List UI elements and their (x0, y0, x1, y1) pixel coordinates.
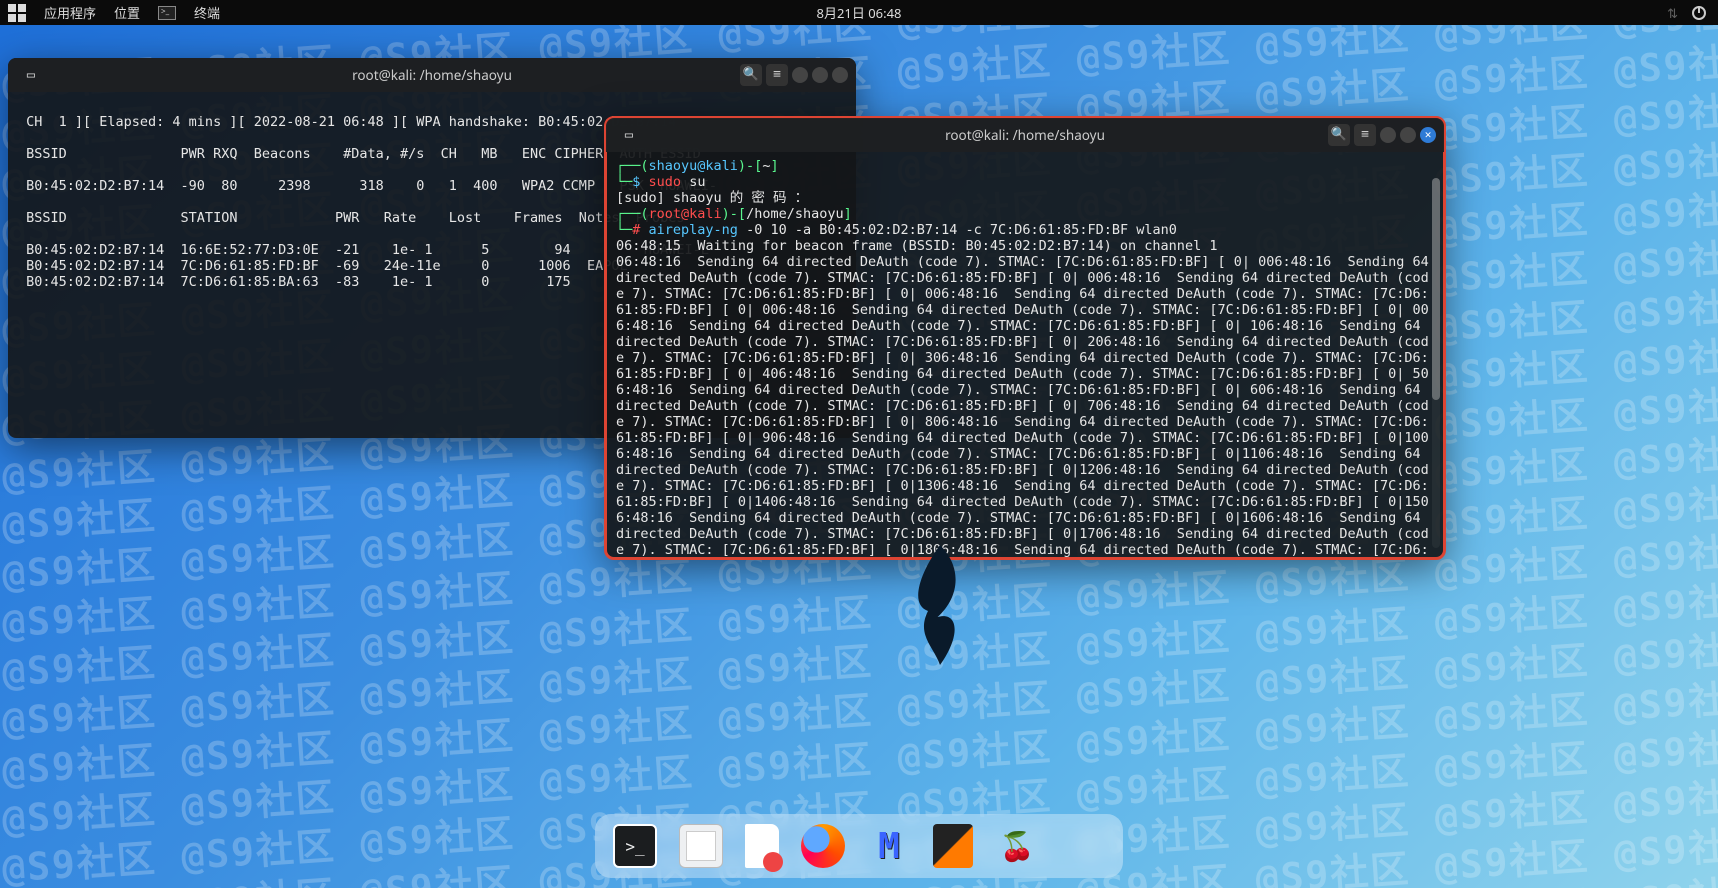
power-icon[interactable] (1692, 6, 1706, 20)
dock-burpsuite[interactable] (933, 824, 973, 868)
titlebar[interactable]: ▭ root@kali: /home/shaoyu 🔍 ≡ (8, 58, 856, 92)
dock-firefox[interactable] (801, 824, 845, 868)
dock-text-editor[interactable] (745, 824, 779, 868)
close-button[interactable]: ✕ (1420, 127, 1436, 143)
search-icon[interactable]: 🔍 (740, 64, 762, 86)
deauth-output: 06:48:16 Sending 64 directed DeAuth (cod… (616, 254, 1437, 558)
station-header: BSSID STATION PWR Rate Lost Frames Notes… (18, 210, 684, 226)
station-row: B0:45:02:D2:B7:14 7C:D6:61:85:BA:63 -83 … (18, 274, 571, 290)
menu-terminal[interactable]: 终端 (194, 3, 220, 22)
station-row: B0:45:02:D2:B7:14 7C:D6:61:85:FD:BF -69 … (18, 258, 628, 274)
new-tab-icon[interactable]: ▭ (614, 122, 644, 148)
terminal-indicator-icon[interactable] (158, 6, 176, 20)
prompt-user: shaoyu@kali (649, 158, 738, 174)
cmd-sudo: sudo (649, 174, 682, 190)
search-icon[interactable]: 🔍 (1328, 124, 1350, 146)
ap-header: BSSID PWR RXQ Beacons #Data, #/s CH MB E… (18, 146, 701, 162)
status-line: CH 1 ][ Elapsed: 4 mins ][ 2022-08-21 06… (18, 114, 676, 130)
prompt-root-path: /home/shaoyu (746, 206, 844, 222)
minimize-button[interactable] (1380, 127, 1396, 143)
gnome-topbar: 应用程序 位置 终端 8月21日 06:48 ⇅ (0, 0, 1718, 25)
new-tab-icon[interactable]: ▭ (16, 62, 46, 88)
network-icon[interactable]: ⇅ (1667, 4, 1678, 22)
cmd-aireplay-args: -0 10 -a B0:45:02:D2:B7:14 -c 7C:D6:61:8… (746, 222, 1177, 238)
menu-places[interactable]: 位置 (114, 3, 140, 22)
window-title: root@kali: /home/shaoyu (352, 67, 512, 83)
clock[interactable]: 8月21日 06:48 (817, 3, 902, 22)
titlebar[interactable]: ▭ root@kali: /home/shaoyu 🔍 ≡ ✕ (606, 118, 1444, 152)
maximize-button[interactable] (1400, 127, 1416, 143)
activities-icon[interactable] (8, 4, 26, 22)
dock: >_ M 🍒 (595, 814, 1123, 878)
maximize-button[interactable] (812, 67, 828, 83)
dock-app-grid[interactable] (1061, 824, 1105, 868)
dock-metasploit[interactable]: M (867, 824, 911, 868)
window-title: root@kali: /home/shaoyu (945, 127, 1105, 143)
menu-applications[interactable]: 应用程序 (44, 3, 96, 22)
menu-icon[interactable]: ≡ (766, 64, 788, 86)
scrollbar[interactable] (1432, 178, 1440, 548)
kali-dragon-logo (900, 545, 980, 665)
dock-files[interactable] (679, 824, 723, 868)
minimize-button[interactable] (792, 67, 808, 83)
cmd-su: su (689, 174, 705, 190)
terminal-window-aireplay[interactable]: ▭ root@kali: /home/shaoyu 🔍 ≡ ✕ ┌──(shao… (606, 118, 1444, 558)
sudo-password-line: [sudo] shaoyu 的 密 码 ： (616, 190, 808, 206)
prompt-root: root@kali (649, 206, 722, 222)
wait-line: 06:48:15 Waiting for beacon frame (BSSID… (616, 238, 1217, 254)
terminal-output[interactable]: ┌──(shaoyu@kali)-[~] └─$ sudo su [sudo] … (606, 152, 1444, 558)
dock-terminal[interactable]: >_ (613, 824, 657, 868)
scrollbar-thumb[interactable] (1432, 178, 1440, 400)
menu-icon[interactable]: ≡ (1354, 124, 1376, 146)
cmd-aireplay: aireplay-ng (649, 222, 738, 238)
close-button[interactable] (832, 67, 848, 83)
dock-cherrytree[interactable]: 🍒 (995, 824, 1039, 868)
